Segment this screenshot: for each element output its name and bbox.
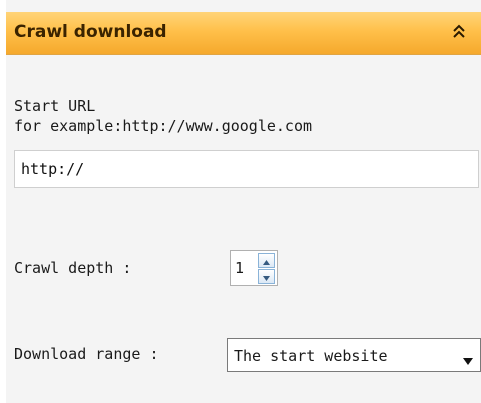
start-url-hint: for example:http://www.google.com [14, 117, 313, 135]
crawl-download-panel: Crawl download Start URL for example:htt… [6, 0, 481, 403]
spin-up-icon[interactable] [258, 253, 275, 268]
spin-down-icon[interactable] [258, 269, 275, 284]
download-range-label: Download range : [14, 345, 159, 363]
start-url-input[interactable] [14, 150, 479, 188]
crawl-depth-label: Crawl depth : [14, 259, 132, 277]
crawl-depth-stepper[interactable]: 1 [230, 250, 278, 286]
collapse-icon[interactable] [451, 22, 467, 40]
start-url-label: Start URL [14, 97, 96, 115]
chevron-down-icon[interactable] [462, 351, 474, 370]
download-range-select[interactable]: The start website [227, 338, 481, 372]
crawl-depth-value[interactable]: 1 [235, 259, 244, 277]
download-range-value: The start website [234, 347, 388, 365]
panel-header[interactable]: Crawl download [6, 12, 481, 55]
panel-title: Crawl download [14, 22, 167, 42]
